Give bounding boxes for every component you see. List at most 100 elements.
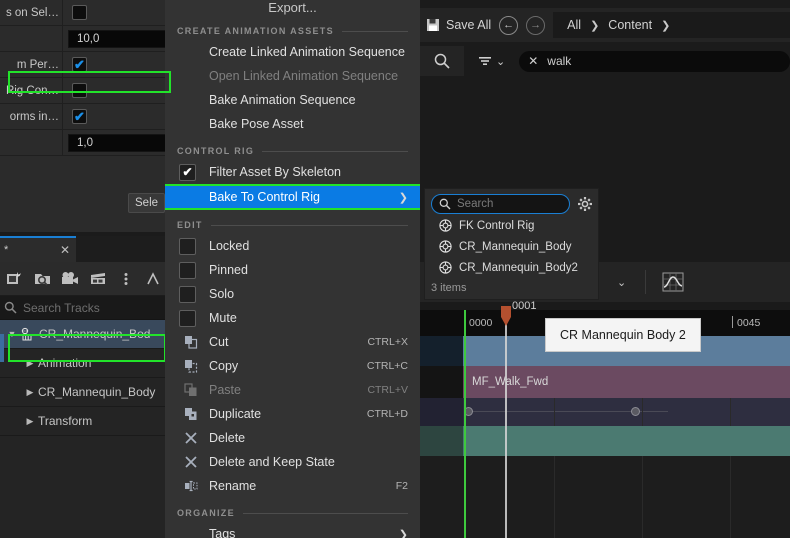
sequencer-tabbar: * ✕ — [0, 236, 166, 262]
menu-item-shortcut: CTRL+D — [366, 408, 408, 420]
breadcrumb-item-content[interactable]: Content — [608, 18, 652, 32]
submenu-item-label: FK Control Rig — [459, 219, 535, 232]
menu-checkbox[interactable]: ✔ — [179, 309, 196, 327]
menu-checkbox[interactable]: ✔ — [179, 285, 196, 303]
menu-checkbox[interactable]: ✔ — [179, 163, 196, 181]
menu-item-copy[interactable]: Copy CTRL+C — [165, 354, 420, 378]
submenu-search-input[interactable]: Search — [431, 194, 570, 214]
menu-item-create-linked-animation-sequence[interactable]: Create Linked Animation Sequence — [165, 40, 420, 64]
control-rig-icon — [439, 240, 452, 253]
menu-item-tags[interactable]: Tags ❯ — [165, 522, 420, 538]
property-row[interactable]: m Per… ✔ — [0, 52, 166, 78]
playhead-line[interactable] — [505, 310, 507, 538]
menu-item-label: Tags — [209, 527, 236, 538]
gear-icon[interactable] — [576, 195, 594, 213]
tooltip: CR Mannequin Body 2 — [545, 318, 701, 352]
search-icon[interactable] — [420, 46, 464, 76]
back-button[interactable]: ← — [499, 15, 519, 35]
more-options-icon[interactable] — [113, 266, 139, 292]
submenu-item-fk-control-rig[interactable]: FK Control Rig — [425, 215, 598, 236]
track-row-controlrig[interactable]: ▶ CR_Mannequin_Body — [0, 378, 166, 407]
save-all-button[interactable]: Save All — [426, 18, 491, 32]
curve-editor-icon[interactable] — [660, 270, 686, 294]
breadcrumb[interactable]: All ❯ Content ❯ — [553, 12, 790, 38]
select-button[interactable]: Sele — [128, 193, 166, 213]
menu-item-duplicate[interactable]: Duplicate CTRL+D — [165, 402, 420, 426]
timeline-keys-bar[interactable] — [463, 398, 790, 426]
menu-item-pinned[interactable]: ✔ Pinned — [165, 258, 420, 282]
menu-item-label: Bake Pose Asset — [209, 117, 304, 131]
ruler-tick — [732, 316, 733, 328]
menu-item-label: Open Linked Animation Sequence — [209, 69, 399, 83]
track-row-animation[interactable]: ▶ Animation — [0, 349, 166, 378]
section-create-animation-assets: CREATE ANIMATION ASSETS — [165, 16, 420, 40]
menu-item-bake-to-control-rig[interactable]: Bake To Control Rig ❯ — [165, 184, 420, 210]
track-label: CR_Mannequin_Bod — [39, 327, 151, 341]
submenu-search-placeholder: Search — [457, 198, 494, 210]
context-menu-header[interactable]: Export... — [165, 0, 420, 16]
number-field[interactable]: 10,0 — [68, 29, 166, 48]
keyframe-dot[interactable] — [631, 407, 640, 416]
animation-clip[interactable]: MF_Walk_Fwd — [463, 366, 790, 398]
menu-item-shortcut: F2 — [395, 480, 408, 492]
menu-item-delete[interactable]: Delete — [165, 426, 420, 450]
chevron-right-icon[interactable]: ▶ — [22, 387, 38, 398]
menu-item-locked[interactable]: ✔ Locked — [165, 234, 420, 258]
property-row[interactable]: orms in… ✔ — [0, 104, 166, 130]
menu-item-solo[interactable]: ✔ Solo — [165, 282, 420, 306]
close-icon[interactable]: ✕ — [60, 243, 70, 257]
timeline-gridline — [554, 398, 555, 426]
timeline-row-animation[interactable]: MF_Walk_Fwd — [420, 366, 790, 398]
menu-item-filter-asset-by-skeleton[interactable]: ✔ Filter Asset By Skeleton — [165, 160, 420, 184]
submenu-item-label: CR_Mannequin_Body — [459, 240, 572, 253]
menu-checkbox[interactable]: ✔ — [179, 237, 196, 255]
track-label: CR_Mannequin_Body — [38, 385, 156, 399]
chevron-down-icon[interactable]: ▼ — [4, 329, 20, 339]
sequencer-tab[interactable]: * ✕ — [0, 236, 76, 262]
property-row[interactable]: 1,0 — [0, 130, 166, 156]
chevron-right-icon[interactable]: ▶ — [22, 358, 38, 369]
clapperboard-icon[interactable] — [85, 266, 111, 292]
timeline-bar-transform[interactable] — [463, 426, 790, 456]
track-row-transform[interactable]: ▶ Transform — [0, 407, 166, 436]
filter-button[interactable]: ⌄ — [478, 55, 505, 68]
submenu-item-cr-mannequin-body[interactable]: CR_Mannequin_Body — [425, 236, 598, 257]
submenu-item-cr-mannequin-body2[interactable]: CR_Mannequin_Body2 — [425, 257, 598, 278]
forward-button[interactable]: → — [526, 15, 546, 35]
track-row-root[interactable]: ▼ CR_Mannequin_Bod — [0, 320, 166, 349]
number-field[interactable]: 1,0 — [68, 133, 166, 152]
breadcrumb-item-all[interactable]: All — [567, 18, 581, 32]
copy-icon — [183, 358, 199, 374]
timeline-row-keys[interactable] — [420, 398, 790, 426]
timeline-row-transform[interactable] — [420, 426, 790, 456]
search-tracks-input[interactable]: Search Tracks — [0, 296, 166, 320]
menu-item-bake-animation-sequence[interactable]: Bake Animation Sequence — [165, 88, 420, 112]
menu-item-label: Delete and Keep State — [209, 455, 335, 469]
asset-search-input[interactable]: ✕ walk — [519, 50, 790, 72]
property-checkbox[interactable]: ✔ — [72, 83, 87, 98]
track-selection-stripe — [0, 334, 4, 362]
property-row[interactable]: 10,0 — [0, 26, 166, 52]
camera-icon[interactable] — [57, 266, 83, 292]
property-row[interactable]: Rig Con… ✔ — [0, 78, 166, 104]
add-track-icon[interactable] — [2, 266, 28, 292]
chevron-down-icon[interactable]: ⌄ — [496, 55, 505, 68]
section-title: ORGANIZE — [177, 508, 235, 518]
menu-item-cut[interactable]: Cut CTRL+X — [165, 330, 420, 354]
property-label: orms in… — [9, 110, 59, 123]
property-row[interactable]: s on Sel… ✔ — [0, 0, 166, 26]
clear-search-icon[interactable]: ✕ — [528, 54, 538, 68]
menu-checkbox[interactable]: ✔ — [179, 261, 196, 279]
property-checkbox[interactable]: ✔ — [72, 5, 87, 20]
menu-item-bake-pose-asset[interactable]: Bake Pose Asset — [165, 112, 420, 136]
timeline-empty-area[interactable] — [420, 456, 790, 538]
property-checkbox[interactable]: ✔ — [72, 109, 87, 124]
chevron-right-icon[interactable]: ▶ — [22, 416, 38, 427]
property-checkbox[interactable]: ✔ — [72, 57, 87, 72]
find-track-icon[interactable] — [30, 266, 56, 292]
menu-item-mute[interactable]: ✔ Mute — [165, 306, 420, 330]
chevron-down-icon[interactable]: ⌄ — [617, 276, 626, 289]
actions-icon[interactable] — [140, 266, 166, 292]
menu-item-delete-and-keep-state[interactable]: Delete and Keep State — [165, 450, 420, 474]
menu-item-rename[interactable]: Rename F2 — [165, 474, 420, 498]
